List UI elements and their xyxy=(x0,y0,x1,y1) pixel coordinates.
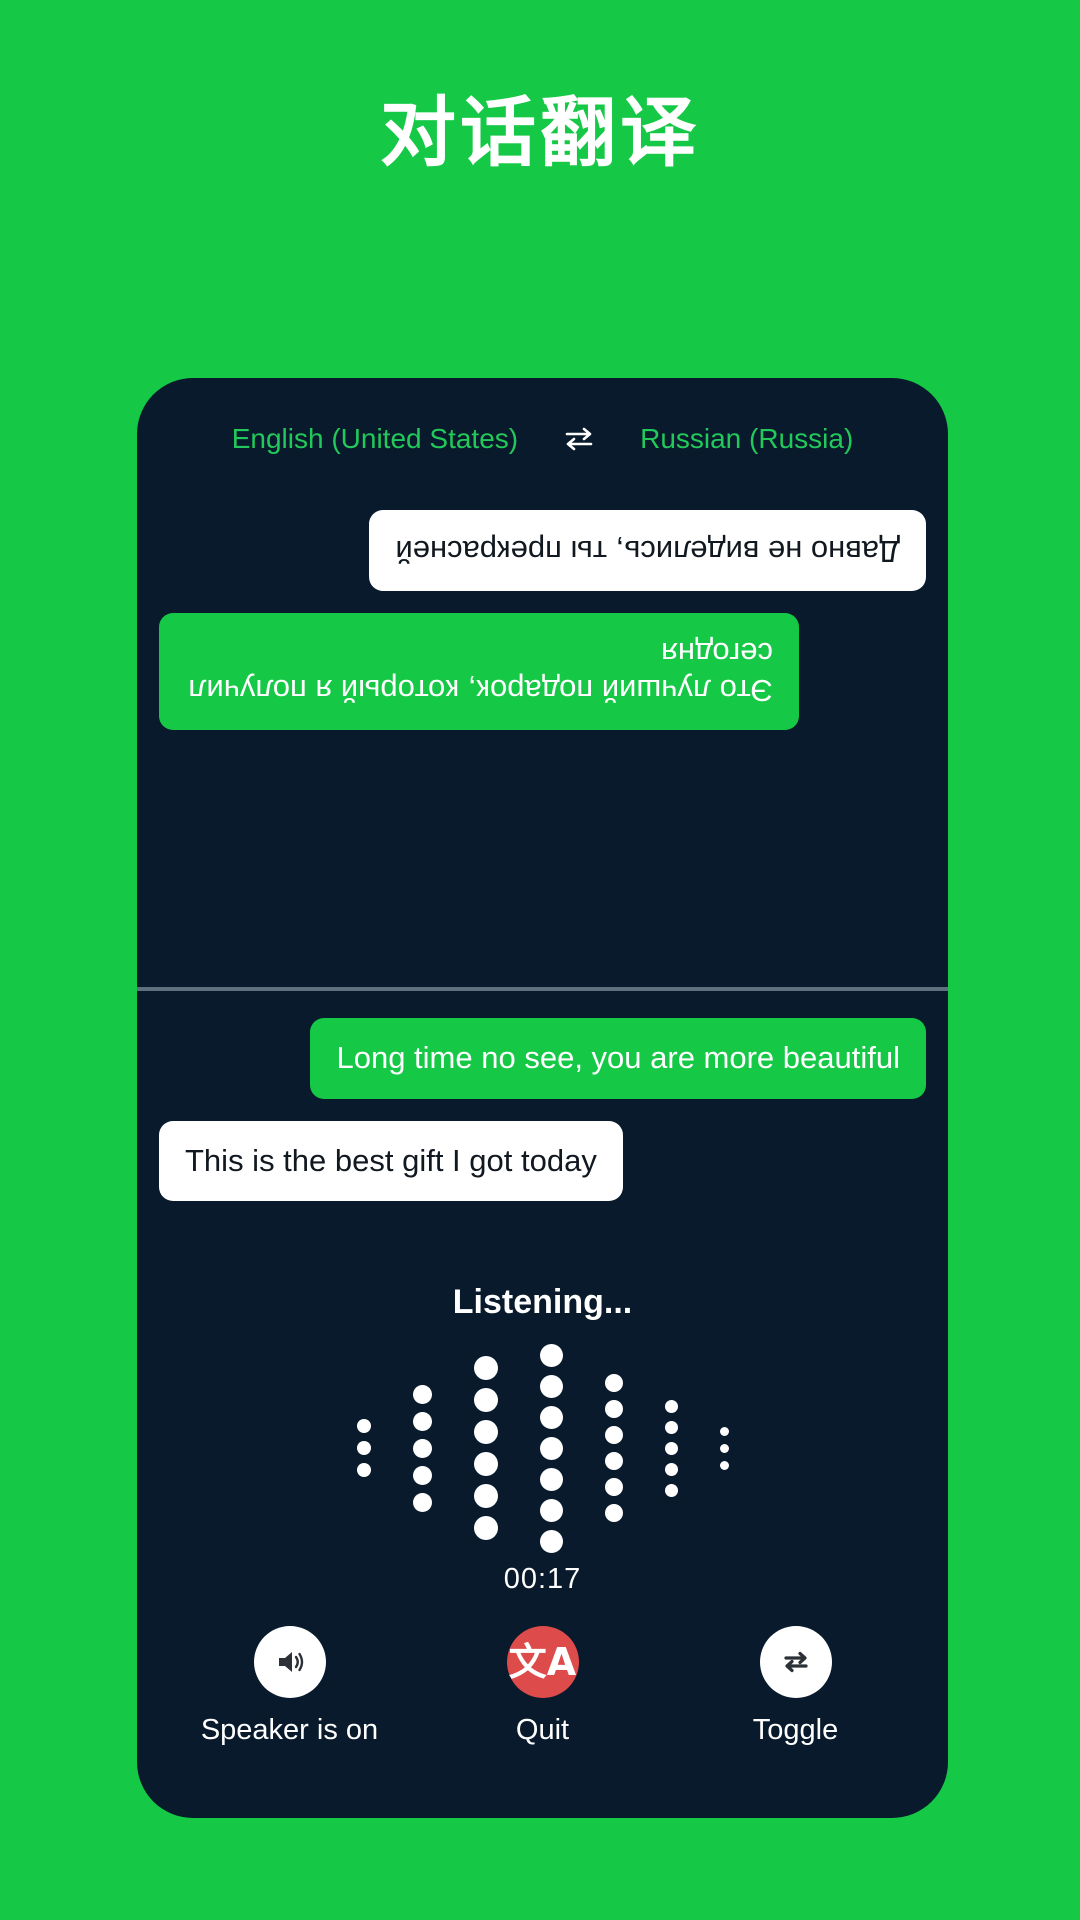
target-language-selector[interactable]: Russian (Russia) xyxy=(640,423,853,455)
waveform-dot xyxy=(539,1405,563,1429)
waveform-dot xyxy=(356,1463,371,1477)
waveform-dot xyxy=(539,1467,563,1491)
waveform-dot xyxy=(719,1443,729,1453)
waveform-dot xyxy=(664,1483,678,1497)
waveform-dot xyxy=(473,1516,498,1540)
message-bubble-source[interactable]: This is the best gift I got today xyxy=(159,1120,623,1202)
quit-button[interactable]: 文A Quit xyxy=(423,1626,663,1747)
action-bar: Speaker is on 文A Quit Toggle xyxy=(137,1626,948,1747)
waveform-dot xyxy=(664,1462,678,1476)
waveform-column xyxy=(539,1340,563,1557)
page-title: 对话翻译 xyxy=(380,88,700,177)
message-bubble-translated[interactable]: Давно не виделись, ты прекрасней xyxy=(369,510,926,591)
quit-button-label: Quit xyxy=(515,1714,570,1746)
message-row: Давно не виделись, ты прекрасней xyxy=(159,510,926,591)
speaker-button-label: Speaker is on xyxy=(200,1714,379,1746)
waveform-dot xyxy=(356,1441,371,1455)
waveform-dot xyxy=(412,1492,432,1512)
waveform-dot xyxy=(473,1484,498,1508)
speaker-button[interactable]: Speaker is on xyxy=(170,1626,410,1747)
speaker-on-icon xyxy=(253,1626,326,1698)
waveform-dot xyxy=(664,1441,678,1455)
conversation-panel-bottom: Long time no see, you are more beautiful… xyxy=(137,996,948,1266)
waveform-column xyxy=(604,1370,623,1526)
waveform-column xyxy=(356,1415,371,1481)
waveform-dot xyxy=(664,1399,678,1413)
waveform-column xyxy=(412,1381,432,1516)
waveform-dot xyxy=(473,1356,498,1380)
toggle-button[interactable]: Toggle xyxy=(676,1626,916,1747)
waveform-dot xyxy=(604,1400,623,1418)
message-row: This is the best gift I got today xyxy=(159,1120,926,1202)
message-row: Long time no see, you are more beautiful xyxy=(159,1018,926,1099)
waveform-dot xyxy=(604,1426,623,1444)
waveform-dot xyxy=(719,1426,729,1436)
waveform-dot xyxy=(539,1436,563,1460)
waveform-dot xyxy=(412,1465,432,1485)
repeat-swap-icon xyxy=(759,1626,832,1698)
waveform-dot xyxy=(473,1420,498,1444)
waveform-dot xyxy=(604,1478,623,1496)
waveform-dot xyxy=(412,1411,432,1431)
panel-divider xyxy=(137,987,948,991)
toggle-button-label: Toggle xyxy=(752,1714,839,1746)
waveform-dot xyxy=(539,1343,563,1367)
translate-glyph: 文A xyxy=(508,1640,577,1684)
waveform-dot xyxy=(604,1452,623,1470)
waveform-column xyxy=(664,1396,678,1501)
audio-waveform xyxy=(137,1343,948,1553)
waveform-dot xyxy=(604,1374,623,1392)
waveform-dot xyxy=(356,1419,371,1433)
phone-mockup-card: English (United States) Russian (Russia)… xyxy=(137,378,948,1818)
waveform-dot xyxy=(604,1504,623,1522)
waveform-dot xyxy=(664,1420,678,1434)
source-language-selector[interactable]: English (United States) xyxy=(232,423,518,455)
message-bubble-translated[interactable]: Это лучший подарок, который я получил се… xyxy=(159,612,799,730)
waveform-dot xyxy=(412,1384,432,1404)
waveform-dot xyxy=(539,1374,563,1398)
waveform-dot xyxy=(473,1452,498,1476)
waveform-column xyxy=(473,1352,498,1544)
waveform-dot xyxy=(412,1438,432,1458)
translate-icon: 文A xyxy=(506,1626,579,1698)
conversation-panel-top: Это лучший подарок, который я получил се… xyxy=(137,488,948,988)
listening-status: Listening... xyxy=(452,1283,633,1321)
waveform-dot xyxy=(473,1388,498,1412)
waveform-column xyxy=(719,1423,729,1474)
recording-timer: 00:17 xyxy=(503,1563,582,1595)
swap-horizontal-icon[interactable] xyxy=(562,422,596,456)
waveform-dot xyxy=(539,1498,563,1522)
message-row: Это лучший подарок, который я получил се… xyxy=(159,612,926,730)
language-bar: English (United States) Russian (Russia) xyxy=(137,422,948,456)
waveform-dot xyxy=(719,1460,729,1470)
message-bubble-source[interactable]: Long time no see, you are more beautiful xyxy=(310,1018,926,1099)
waveform-dot xyxy=(539,1529,563,1553)
